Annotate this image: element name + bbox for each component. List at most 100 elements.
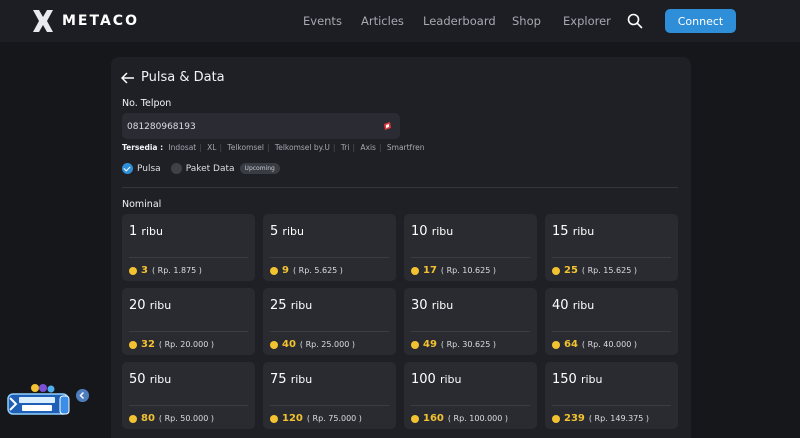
connect-button[interactable]: Connect [665, 9, 736, 33]
rupiah-price: ( Rp. 25.000 ) [299, 340, 355, 349]
nav-leaderboard[interactable]: Leaderboard [423, 14, 496, 28]
pulsa-option-label[interactable]: Pulsa [137, 164, 161, 174]
amount-unit: ribu [580, 373, 603, 386]
amount-unit: ribu [431, 225, 454, 238]
amount-unit: ribu [572, 299, 595, 312]
amount-value: 100 [411, 372, 436, 387]
coin-icon [552, 266, 560, 275]
pulsa-radio[interactable] [122, 163, 133, 174]
metaco-logo-icon [33, 10, 53, 32]
nominal-card[interactable]: 75 ribu 120( Rp. 75.000 ) [263, 362, 396, 429]
rupiah-price: ( Rp. 10.625 ) [440, 266, 496, 275]
coin-price: 49 [423, 339, 437, 350]
nominal-card[interactable]: 150 ribu 239( Rp. 149.375 ) [545, 362, 678, 429]
coin-icon [552, 340, 560, 349]
amount-unit: ribu [431, 299, 454, 312]
coin-price: 9 [282, 265, 289, 276]
coin-icon [270, 414, 278, 423]
rupiah-price: ( Rp. 15.625 ) [581, 266, 637, 275]
coin-icon [129, 266, 137, 275]
coin-icon [270, 340, 278, 349]
rupiah-price: ( Rp. 1.875 ) [151, 266, 202, 275]
nominal-card[interactable]: 1 ribu 3( Rp. 1.875 ) [122, 214, 255, 281]
nav-explorer[interactable]: Explorer [563, 14, 611, 28]
divider [411, 405, 530, 406]
page-title: Pulsa & Data [141, 70, 225, 85]
divider [411, 257, 530, 258]
nominal-card[interactable]: 100 ribu 160( Rp. 100.000 ) [404, 362, 537, 429]
collapse-bonus-button[interactable] [76, 389, 89, 402]
coin-price: 17 [423, 265, 437, 276]
amount-unit: ribu [141, 225, 163, 238]
rupiah-price: ( Rp. 50.000 ) [158, 414, 214, 423]
type-options: Pulsa Paket Data Upcoming [122, 163, 280, 174]
nominal-card[interactable]: 30 ribu 49( Rp. 30.625 ) [404, 288, 537, 355]
upcoming-badge: Upcoming [239, 163, 280, 174]
divider [122, 187, 678, 188]
amount-value: 40 [552, 298, 569, 313]
pulsa-data-panel: Pulsa & Data No. Telpon 081280968193 Ter… [111, 57, 691, 438]
amount-value: 20 [129, 298, 146, 313]
nominal-card[interactable]: 10 ribu 17( Rp. 10.625 ) [404, 214, 537, 281]
metaco-logo[interactable]: METACO [32, 8, 139, 34]
amount-value: 5 [270, 224, 279, 239]
nominal-card[interactable]: 50 ribu 80( Rp. 50.000 ) [122, 362, 255, 429]
operator-item: Telkomsel by.U [274, 143, 330, 152]
coin-icon [270, 266, 278, 275]
coin-price: 80 [141, 413, 155, 424]
phone-value[interactable]: 081280968193 [127, 122, 196, 132]
metaco-bonus-widget[interactable] [5, 382, 75, 420]
rupiah-price: ( Rp. 40.000 ) [581, 340, 637, 349]
operator-item: Indosat [168, 143, 197, 152]
divider [552, 331, 671, 332]
nominal-card[interactable]: 25 ribu 40( Rp. 25.000 ) [263, 288, 396, 355]
operator-item: Telkomsel [227, 143, 264, 152]
amount-value: 150 [552, 372, 577, 387]
amount-value: 10 [411, 224, 428, 239]
divider [129, 331, 248, 332]
coin-icon [411, 414, 419, 423]
amount-value: 30 [411, 298, 428, 313]
nominal-grid: 1 ribu 3( Rp. 1.875 ) 5 ribu 9( Rp. 5.625 … [122, 214, 678, 429]
coin-price: 32 [141, 339, 155, 350]
nav-events[interactable]: Events [303, 14, 342, 28]
amount-unit: ribu [282, 225, 304, 238]
coin-price: 64 [564, 339, 578, 350]
coin-price: 40 [282, 339, 296, 350]
amount-value: 15 [552, 224, 569, 239]
coin-icon [129, 340, 137, 349]
amount-value: 75 [270, 372, 287, 387]
operator-item: Axis [360, 143, 376, 152]
nominal-card[interactable]: 15 ribu 25( Rp. 15.625 ) [545, 214, 678, 281]
coin-price: 160 [423, 413, 444, 424]
nominal-label: Nominal [122, 199, 162, 210]
back-row[interactable]: Pulsa & Data [121, 70, 225, 85]
coin-icon [129, 414, 137, 423]
operator-item: Tri [340, 143, 350, 152]
coin-price: 120 [282, 413, 303, 424]
rupiah-price: ( Rp. 149.375 ) [588, 414, 650, 423]
nav-shop[interactable]: Shop [512, 14, 541, 28]
search-icon[interactable] [627, 13, 643, 29]
rupiah-price: ( Rp. 5.625 ) [292, 266, 343, 275]
nominal-card[interactable]: 5 ribu 9( Rp. 5.625 ) [263, 214, 396, 281]
divider [270, 331, 389, 332]
coin-icon [552, 414, 560, 423]
divider [129, 257, 248, 258]
arrow-left-icon[interactable] [121, 71, 135, 84]
paket-data-option-label[interactable]: Paket Data [186, 164, 235, 174]
nav-articles[interactable]: Articles [361, 14, 404, 28]
paket-data-radio[interactable] [170, 163, 182, 174]
amount-unit: ribu [290, 299, 313, 312]
available-label: Tersedia : [122, 143, 164, 152]
rupiah-price: ( Rp. 100.000 ) [447, 414, 509, 423]
nominal-card[interactable]: 20 ribu 32( Rp. 20.000 ) [122, 288, 255, 355]
coin-icon [411, 266, 419, 275]
coin-price: 239 [564, 413, 585, 424]
amount-unit: ribu [572, 225, 595, 238]
divider [411, 331, 530, 332]
nominal-card[interactable]: 40 ribu 64( Rp. 40.000 ) [545, 288, 678, 355]
amount-unit: ribu [149, 373, 172, 386]
rupiah-price: ( Rp. 75.000 ) [306, 414, 362, 423]
amount-unit: ribu [149, 299, 172, 312]
